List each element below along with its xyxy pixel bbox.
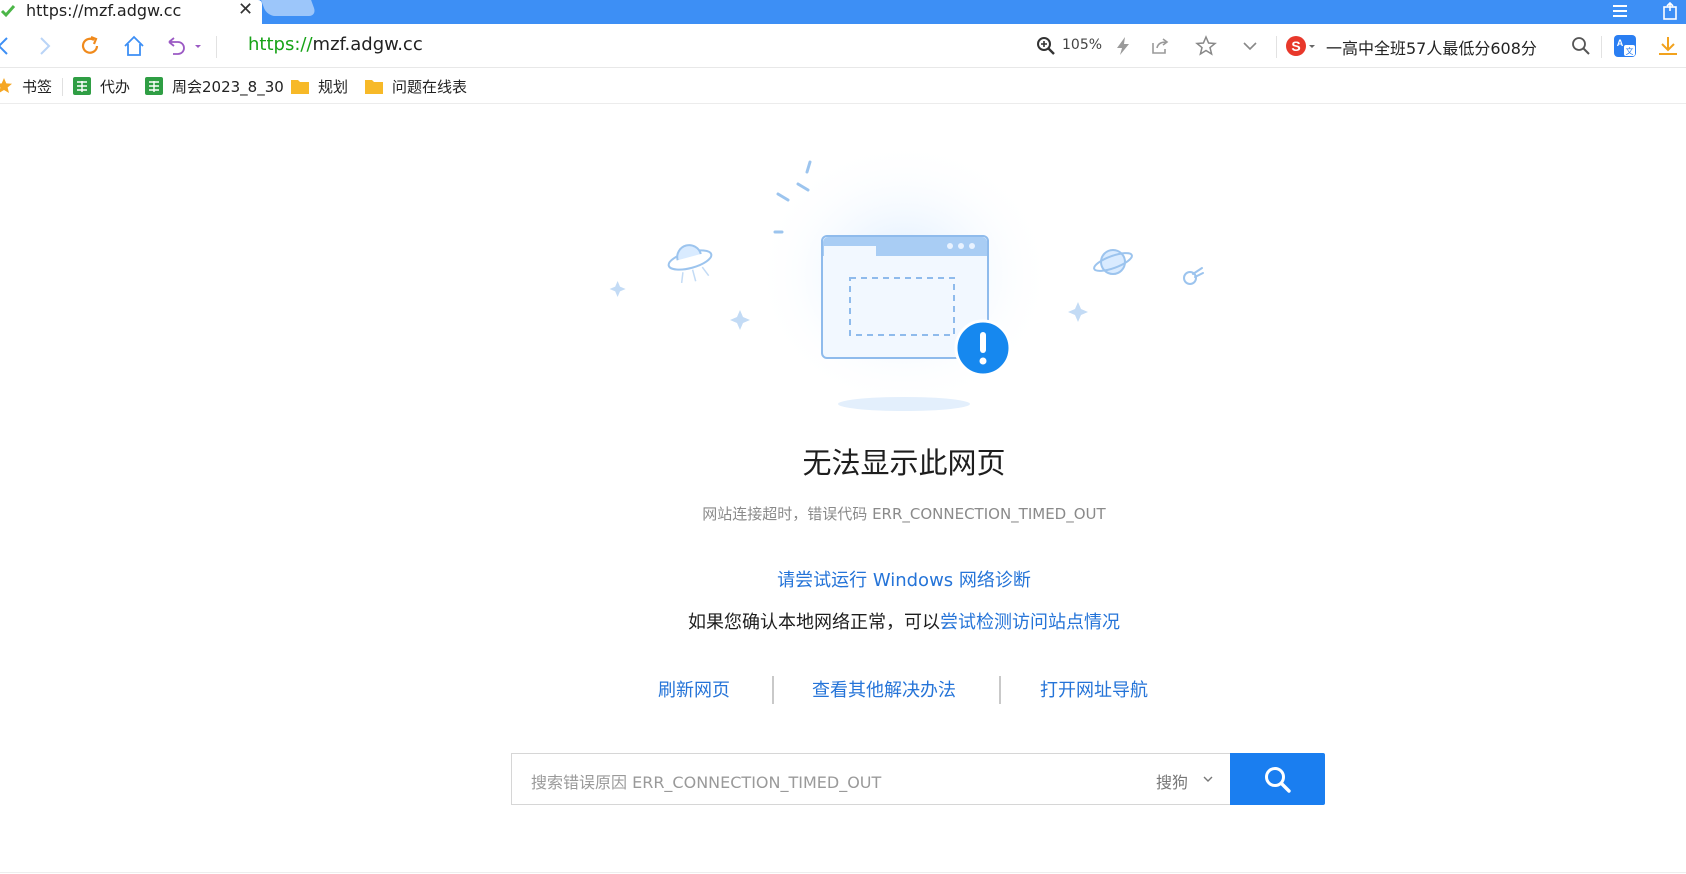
- search-input[interactable]: 搜索错误原因 ERR_CONNECTION_TIMED_OUT: [531, 769, 881, 793]
- divider: [772, 676, 774, 704]
- star-icon: [0, 78, 12, 93]
- network-diagnosis-link[interactable]: 请尝试运行 Windows 网络诊断: [0, 566, 1686, 592]
- sparkle-icon: [609, 281, 626, 297]
- search-icon[interactable]: [1569, 34, 1593, 58]
- site-check-prefix: 如果您确认本地网络正常，可以: [688, 612, 940, 633]
- chevron-down-icon[interactable]: [1202, 773, 1214, 785]
- undo-dropdown-icon[interactable]: [192, 34, 204, 58]
- forward-icon[interactable]: [32, 34, 56, 58]
- divider: [999, 676, 1001, 704]
- open-url-nav-link[interactable]: 打开网址导航: [1040, 676, 1148, 702]
- undo-close-tab-icon[interactable]: [164, 34, 188, 58]
- speed-mode-icon[interactable]: [1111, 34, 1135, 58]
- bookmark-label: 问题在线表: [392, 77, 468, 96]
- address-bar[interactable]: https://mzf.adgw.cc: [248, 34, 423, 55]
- zoom-level[interactable]: 105%: [1062, 37, 1102, 53]
- error-subtitle: 网站连接超时，错误代码 ERR_CONNECTION_TIMED_OUT: [702, 505, 1106, 523]
- menu-icon[interactable]: [1610, 2, 1630, 20]
- share-icon[interactable]: [1148, 34, 1172, 58]
- divider: [1276, 36, 1277, 58]
- planet-icon: [1093, 249, 1133, 275]
- search-hint-text[interactable]: 一高中全班57人最低分608分: [1326, 35, 1537, 59]
- sparkle-icon: [730, 310, 750, 330]
- download-icon[interactable]: [1656, 34, 1680, 58]
- search-button[interactable]: [1230, 753, 1325, 805]
- tab-active[interactable]: https://mzf.adgw.cc ✕: [0, 0, 262, 24]
- bookmark-label: 周会2023_8_30: [172, 77, 284, 96]
- tab-close-icon[interactable]: ✕: [238, 0, 253, 20]
- engine-dropdown-icon[interactable]: [1306, 34, 1318, 58]
- bookmark-item[interactable]: 问题在线表: [364, 76, 467, 96]
- zoom-icon[interactable]: [1036, 36, 1056, 56]
- navigation-bar: https://mzf.adgw.cc 105% S 一高中全班57人最低分60…: [0, 24, 1686, 68]
- sogou-search-engine-icon[interactable]: S: [1284, 34, 1308, 58]
- comet-icon: [1183, 267, 1204, 285]
- site-check-link[interactable]: 尝试检测访问站点情况: [940, 612, 1120, 633]
- bookmark-label: 代办: [100, 77, 131, 96]
- search-engine-select[interactable]: 搜狗: [1156, 769, 1188, 793]
- sparkle-icon: [1068, 302, 1088, 322]
- bookmarks-bar: 书签 代办 周会2023_8_30 规划 问题在线表: [0, 68, 1686, 104]
- tab-title: https://mzf.adgw.cc: [26, 1, 182, 20]
- refresh-page-link[interactable]: 刷新网页: [658, 676, 730, 702]
- minimize-to-tray-icon[interactable]: [1660, 1, 1680, 21]
- divider: [0, 872, 1686, 873]
- search-icon: [1265, 767, 1291, 793]
- browser-logo-icon: [0, 5, 16, 18]
- folder-icon: [365, 80, 383, 94]
- back-icon[interactable]: [0, 34, 16, 58]
- refresh-icon[interactable]: [78, 34, 102, 58]
- svg-text:文: 文: [1626, 46, 1634, 56]
- folder-icon: [291, 80, 309, 94]
- sheet-icon: [145, 77, 163, 95]
- action-links: 刷新网页 查看其他解决办法 打开网址导航: [0, 676, 1686, 706]
- error-illustration: [609, 140, 1204, 411]
- divider: [1601, 36, 1602, 58]
- error-title: 无法显示此网页: [802, 446, 1006, 480]
- bookmark-item[interactable]: 代办: [72, 76, 130, 96]
- translate-icon[interactable]: A 文: [1613, 34, 1637, 58]
- bookmark-label: 书签: [22, 77, 53, 96]
- svg-text:A: A: [1617, 38, 1624, 48]
- favorites-dropdown-icon[interactable]: [1238, 34, 1262, 58]
- bookmark-item[interactable]: 规划: [290, 76, 348, 96]
- new-tab-button[interactable]: [261, 0, 317, 16]
- favorite-star-icon[interactable]: [1194, 34, 1218, 58]
- sheet-icon: [73, 77, 91, 95]
- site-check-line: 如果您确认本地网络正常，可以尝试检测访问站点情况: [0, 608, 1686, 634]
- divider: [62, 78, 63, 96]
- url-scheme: https://: [248, 34, 313, 55]
- bookmark-label: 规划: [318, 77, 349, 96]
- tab-strip: https://mzf.adgw.cc ✕: [0, 0, 1686, 24]
- home-icon[interactable]: [122, 34, 146, 58]
- error-search-box[interactable]: 搜索错误原因 ERR_CONNECTION_TIMED_OUT 搜狗: [511, 753, 1231, 805]
- svg-text:S: S: [1291, 38, 1300, 54]
- other-solutions-link[interactable]: 查看其他解决办法: [812, 676, 956, 702]
- divider: [216, 36, 217, 58]
- ufo-icon: [667, 244, 713, 284]
- url-host: mzf.adgw.cc: [312, 34, 423, 55]
- bookmark-item[interactable]: 书签: [0, 76, 52, 96]
- bookmark-item[interactable]: 周会2023_8_30: [144, 76, 284, 96]
